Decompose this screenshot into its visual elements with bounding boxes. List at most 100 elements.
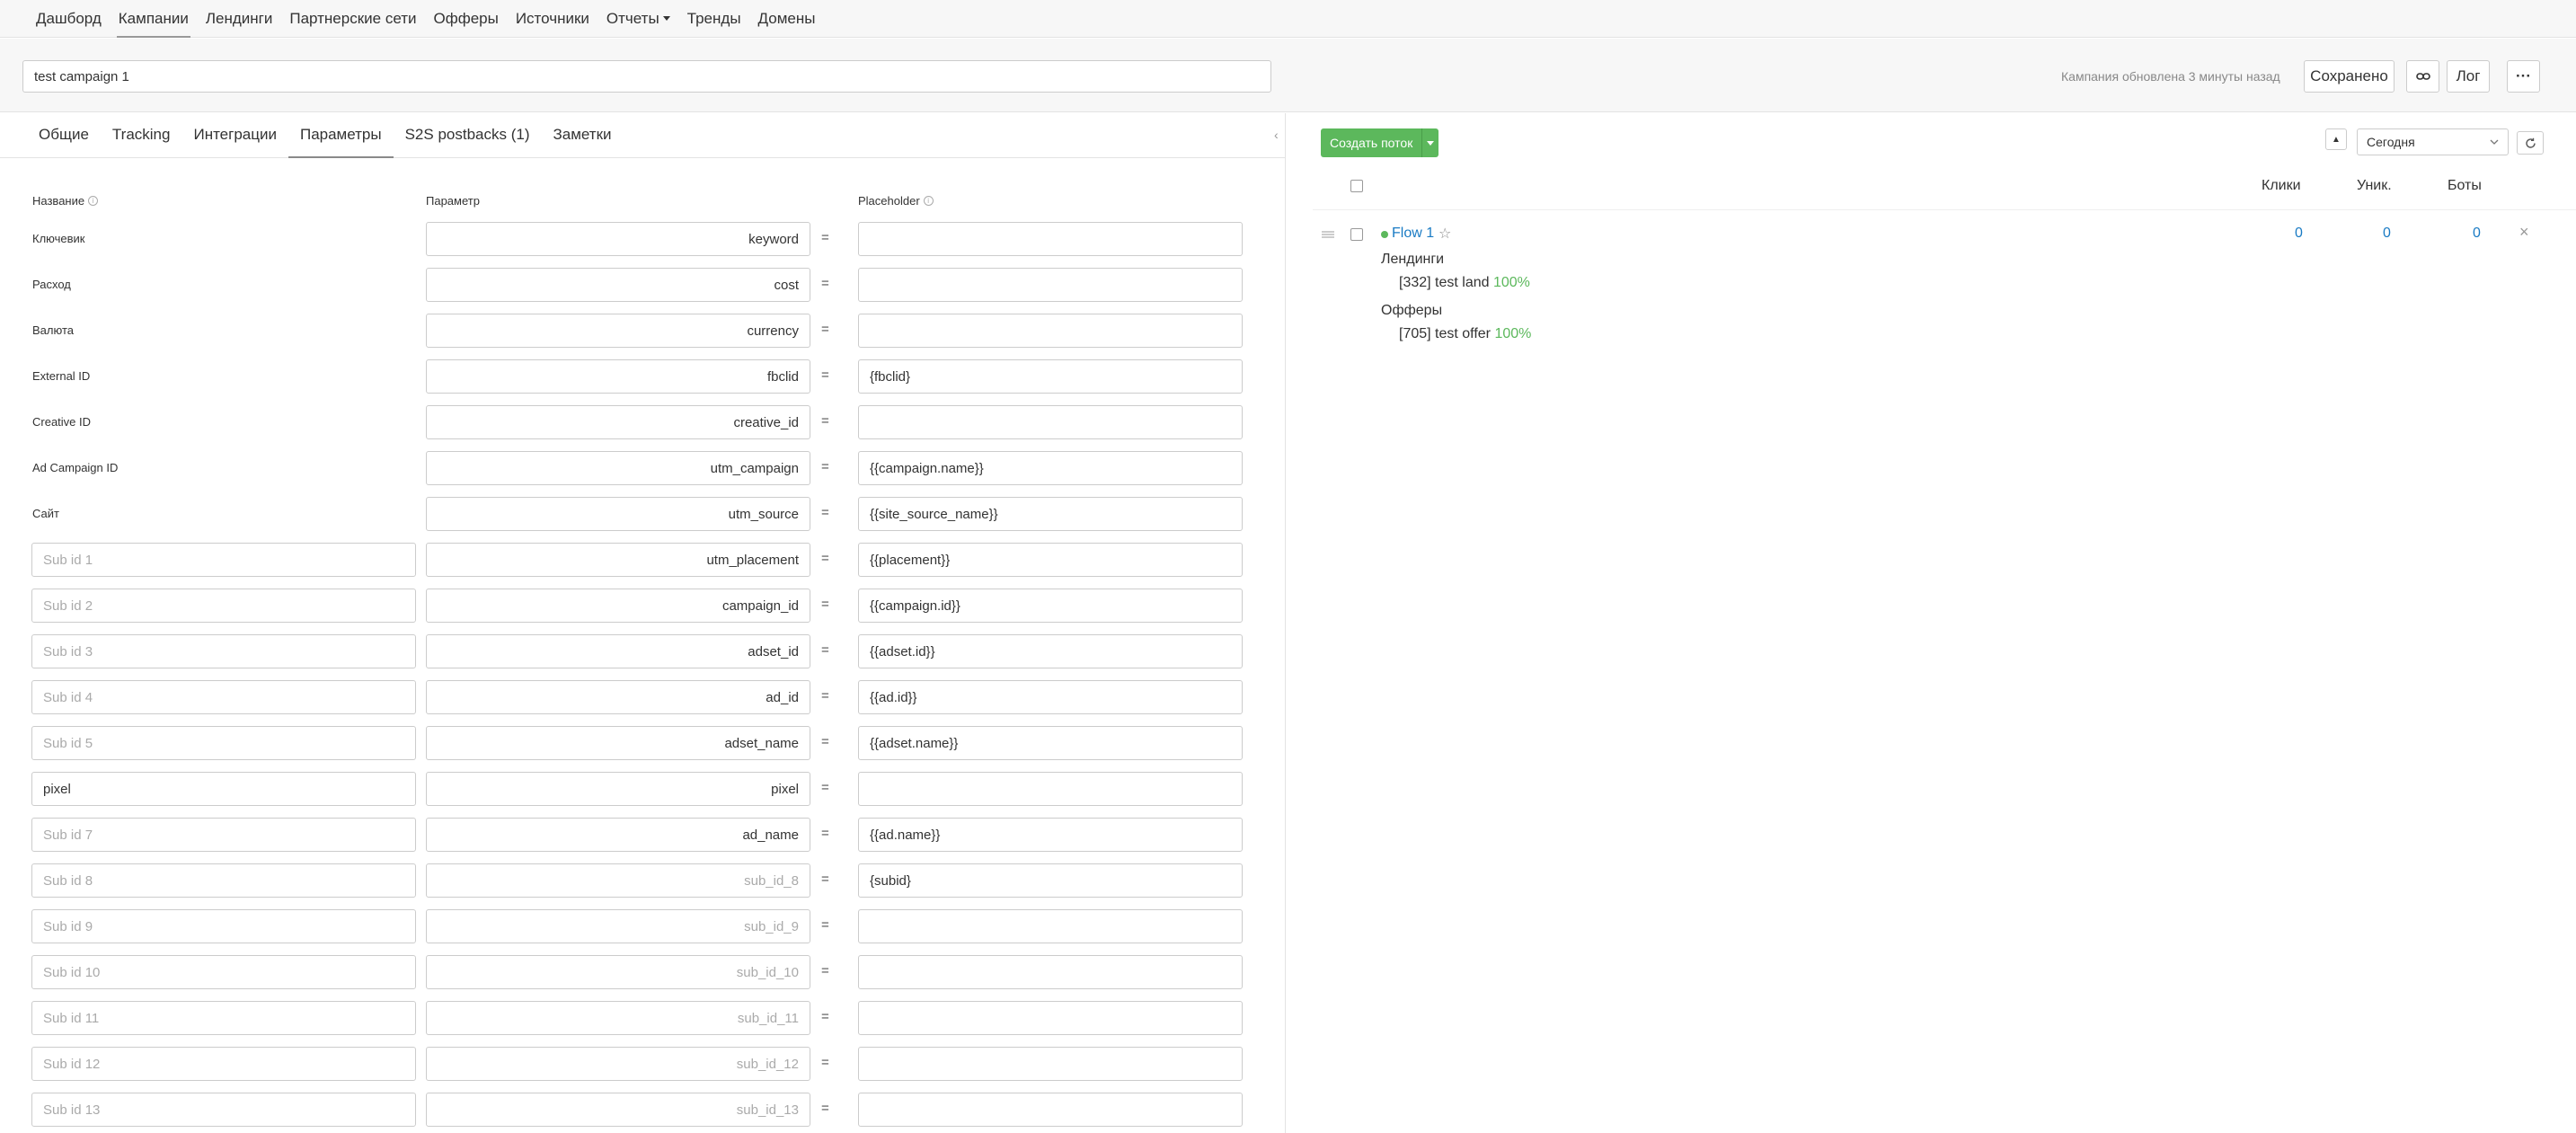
tab-parameters[interactable]: Параметры	[288, 112, 394, 158]
subid-name-input[interactable]: Sub id 11	[31, 1001, 416, 1035]
nav-sources[interactable]: Источники	[516, 0, 589, 38]
star-icon[interactable]: ☆	[1438, 225, 1451, 243]
placeholder-input[interactable]	[858, 1047, 1243, 1081]
param-input[interactable]: adset_id	[426, 634, 810, 668]
flow-checkbox[interactable]	[1350, 228, 1363, 241]
param-input[interactable]: utm_source	[426, 497, 810, 531]
param-row: Расход cost =	[0, 268, 1285, 302]
param-input[interactable]: sub_id_13	[426, 1093, 810, 1127]
close-icon[interactable]: ×	[2519, 223, 2529, 242]
placeholder-value: {{campaign.id}}	[870, 597, 960, 614]
tab-tracking[interactable]: Tracking	[101, 112, 182, 157]
column-clicks[interactable]: Клики	[2262, 178, 2301, 194]
placeholder-input[interactable]: {{adset.name}}	[858, 726, 1243, 760]
tab-integrations[interactable]: Интеграции	[181, 112, 288, 157]
subid-name-input[interactable]: Sub id 12	[31, 1047, 416, 1081]
placeholder-input[interactable]	[858, 222, 1243, 256]
param-input[interactable]: pixel	[426, 772, 810, 806]
subid-name-input[interactable]: Sub id 5	[31, 726, 416, 760]
column-unique[interactable]: Уник.	[2357, 178, 2392, 194]
link-button[interactable]	[2406, 60, 2439, 93]
param-input[interactable]: fbclid	[426, 359, 810, 394]
subid-name-input[interactable]: Sub id 10	[31, 955, 416, 989]
subid-name-value: Sub id 9	[43, 918, 93, 934]
subid-name-input[interactable]: Sub id 8	[31, 863, 416, 898]
subid-name-input[interactable]: Sub id 13	[31, 1093, 416, 1127]
subid-name-input[interactable]: Sub id 1	[31, 543, 416, 577]
flow-bots[interactable]: 0	[2473, 226, 2481, 242]
placeholder-input[interactable]	[858, 955, 1243, 989]
param-input[interactable]: creative_id	[426, 405, 810, 439]
subid-name-value: Sub id 13	[43, 1102, 101, 1118]
param-input[interactable]: cost	[426, 268, 810, 302]
nav-trends[interactable]: Тренды	[687, 0, 741, 38]
placeholder-input[interactable]	[858, 314, 1243, 348]
nav-domains[interactable]: Домены	[758, 0, 816, 38]
subid-name-input[interactable]: Sub id 9	[31, 909, 416, 943]
nav-dashboard[interactable]: Дашборд	[36, 0, 102, 38]
placeholder-input[interactable]: {{ad.id}}	[858, 680, 1243, 714]
tab-notes[interactable]: Заметки	[542, 112, 624, 157]
param-input[interactable]: sub_id_12	[426, 1047, 810, 1081]
subid-name-input[interactable]: Sub id 2	[31, 589, 416, 623]
subid-name-input[interactable]: Sub id 4	[31, 680, 416, 714]
placeholder-input[interactable]: {fbclid}	[858, 359, 1243, 394]
placeholder-input[interactable]: {{adset.id}}	[858, 634, 1243, 668]
nav-reports[interactable]: Отчеты	[606, 0, 670, 38]
param-input[interactable]: sub_id_8	[426, 863, 810, 898]
refresh-button[interactable]	[2517, 131, 2544, 155]
subid-name-value: Sub id 1	[43, 552, 93, 568]
placeholder-input[interactable]	[858, 1001, 1243, 1035]
collapse-up-button[interactable]: ▲	[2325, 128, 2347, 150]
equals-sign: =	[821, 917, 829, 933]
drag-handle-icon[interactable]	[1322, 231, 1334, 238]
flow-name-link[interactable]: Flow 1	[1392, 226, 1434, 242]
placeholder-input[interactable]: {{placement}}	[858, 543, 1243, 577]
placeholder-input[interactable]	[858, 1093, 1243, 1127]
placeholder-input[interactable]	[858, 405, 1243, 439]
param-input[interactable]: sub_id_11	[426, 1001, 810, 1035]
subid-name-input[interactable]: Sub id 3	[31, 634, 416, 668]
select-all-checkbox[interactable]	[1350, 180, 1363, 192]
more-button[interactable]: ···	[2507, 60, 2540, 93]
collapse-panel-icon[interactable]: ‹	[1274, 128, 1279, 142]
param-row: Sub id 11 sub_id_11 =	[0, 1001, 1285, 1035]
flow-clicks[interactable]: 0	[2295, 226, 2303, 242]
nav-campaigns[interactable]: Кампании	[116, 0, 190, 38]
column-bots[interactable]: Боты	[2448, 178, 2482, 194]
placeholder-input[interactable]: {{ad.name}}	[858, 818, 1243, 852]
param-value: keyword	[748, 231, 799, 247]
param-input[interactable]: ad_name	[426, 818, 810, 852]
param-input[interactable]: campaign_id	[426, 589, 810, 623]
param-input[interactable]: utm_placement	[426, 543, 810, 577]
placeholder-input[interactable]: {subid}	[858, 863, 1243, 898]
placeholder-input[interactable]: {{campaign.name}}	[858, 451, 1243, 485]
placeholder-input[interactable]: {{campaign.id}}	[858, 589, 1243, 623]
placeholder-input[interactable]	[858, 909, 1243, 943]
placeholder-input[interactable]: {{site_source_name}}	[858, 497, 1243, 531]
subid-name-input[interactable]: Sub id 7	[31, 818, 416, 852]
log-button[interactable]: Лог	[2447, 60, 2490, 93]
param-input[interactable]: sub_id_9	[426, 909, 810, 943]
placeholder-input[interactable]	[858, 268, 1243, 302]
param-input[interactable]: currency	[426, 314, 810, 348]
param-input[interactable]: adset_name	[426, 726, 810, 760]
nav-landings[interactable]: Лендинги	[206, 0, 273, 38]
param-input[interactable]: sub_id_10	[426, 955, 810, 989]
saved-button[interactable]: Сохранено	[2304, 60, 2395, 93]
flow-unique[interactable]: 0	[2383, 226, 2391, 242]
subid-name-input[interactable]: pixel	[31, 772, 416, 806]
period-select[interactable]: Сегодня	[2357, 128, 2509, 155]
nav-offers[interactable]: Офферы	[434, 0, 499, 38]
create-flow-dropdown[interactable]	[1422, 128, 1438, 157]
link-icon	[2415, 73, 2430, 80]
param-input[interactable]: utm_campaign	[426, 451, 810, 485]
placeholder-input[interactable]	[858, 772, 1243, 806]
param-input[interactable]: ad_id	[426, 680, 810, 714]
campaign-name-input[interactable]	[22, 60, 1271, 93]
tab-s2s-postbacks[interactable]: S2S postbacks (1)	[394, 112, 542, 157]
create-flow-button[interactable]: Создать поток	[1321, 128, 1423, 157]
tab-general[interactable]: Общие	[27, 112, 101, 157]
param-input[interactable]: keyword	[426, 222, 810, 256]
nav-affiliate-networks[interactable]: Партнерские сети	[289, 0, 416, 38]
